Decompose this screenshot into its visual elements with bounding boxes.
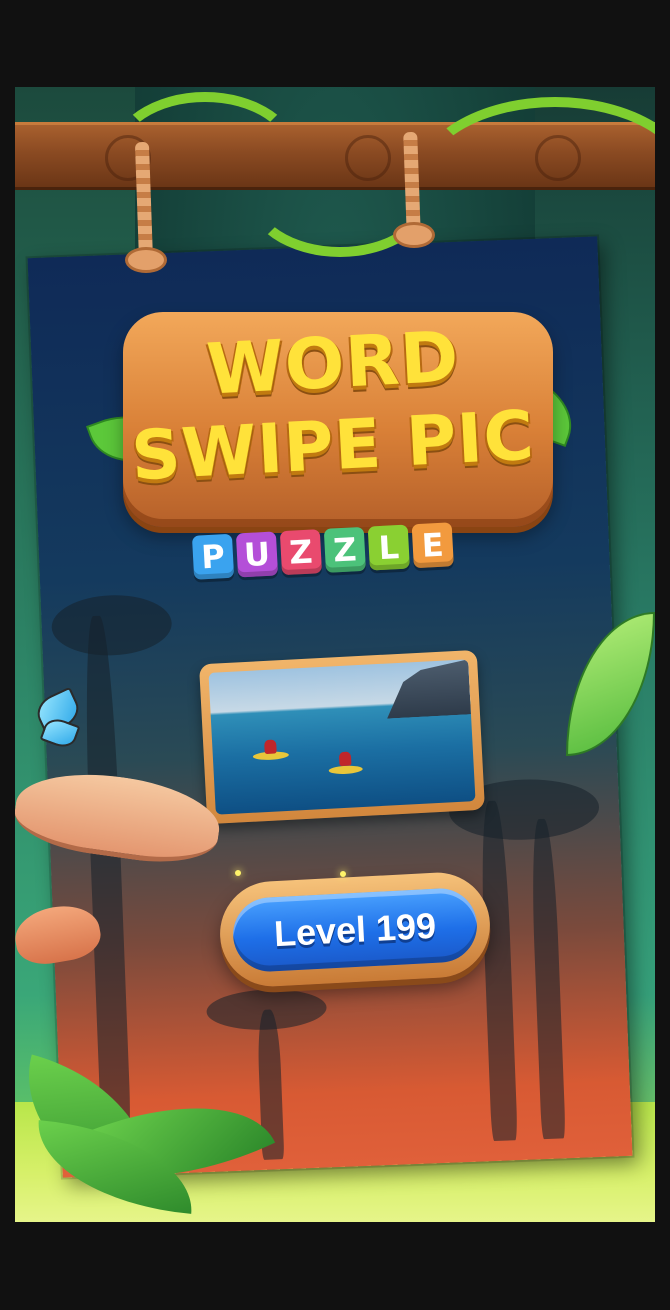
kayaker (264, 739, 277, 755)
palm-crown (50, 593, 173, 658)
cliff (348, 659, 471, 720)
puzzle-tile-z: Z (279, 529, 323, 576)
palm-crown (205, 987, 328, 1032)
rope-knot-right (393, 222, 435, 248)
butterfly-icon (25, 686, 105, 752)
rope-knot-left (125, 247, 167, 273)
puzzle-tile-l: L (367, 524, 410, 571)
level-button[interactable]: Level 199 (217, 870, 493, 989)
kayaker (338, 751, 352, 767)
firefly (340, 871, 346, 877)
firefly (235, 870, 241, 876)
game-logo: WORD SWIPE PIC (85, 312, 585, 552)
palm-silhouette (478, 800, 518, 1142)
game-screen: WORD SWIPE PIC PUZZLE Level 199 (15, 87, 655, 1222)
palm-silhouette (529, 818, 566, 1140)
level-button-label: Level 199 (231, 886, 479, 973)
puzzle-tile-u: U (235, 531, 279, 578)
kayak-photo-icon (208, 659, 476, 815)
puzzle-tile-e: E (411, 522, 454, 569)
puzzle-tile-p: P (191, 533, 235, 580)
puzzle-tile-z: Z (323, 526, 366, 573)
kayak (328, 764, 363, 775)
puzzle-preview-frame (199, 649, 485, 825)
